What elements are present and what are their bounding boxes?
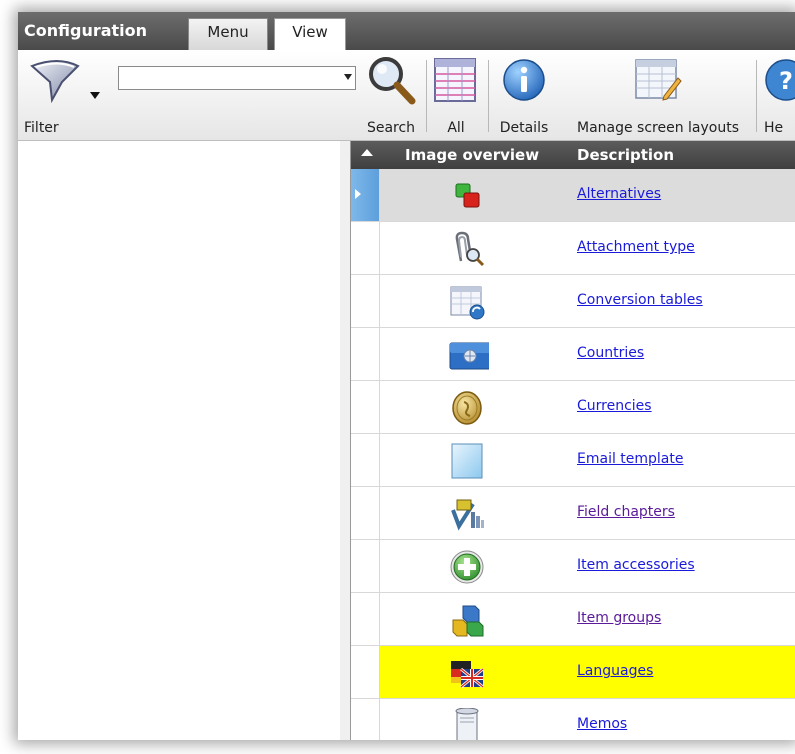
row-selector[interactable] [351, 222, 380, 274]
row-selector[interactable] [351, 328, 380, 380]
details-label: Details [499, 120, 549, 136]
row-description[interactable]: Countries [577, 345, 644, 361]
search-label: Search [366, 120, 416, 136]
table-row[interactable]: Attachment type [351, 222, 795, 275]
all-label: All [447, 120, 465, 136]
chevron-down-icon[interactable] [344, 74, 352, 80]
cubes-icon [452, 605, 484, 637]
row-description[interactable]: Memos [577, 716, 627, 732]
ribbon-separator [756, 60, 757, 132]
flags-icon [451, 661, 484, 689]
column-header-image-overview[interactable]: Image overview [405, 146, 539, 164]
add-circle-icon [450, 550, 484, 584]
pane-splitter[interactable] [340, 141, 351, 740]
app-window: Configuration Menu View Filter Search Al… [18, 12, 795, 740]
ribbon-separator [426, 60, 427, 132]
filter-label: Filter [24, 120, 59, 136]
email-template-icon [451, 443, 483, 479]
row-description[interactable]: Currencies [577, 398, 652, 414]
row-selector[interactable] [351, 646, 380, 698]
info-icon [503, 59, 545, 101]
layout-edit-icon [635, 59, 682, 101]
table-row[interactable]: Currencies [351, 381, 795, 434]
table-icon [434, 58, 476, 102]
table-row[interactable]: Memos [351, 699, 795, 740]
filter-button[interactable]: Filter [18, 50, 116, 140]
row-description[interactable]: Field chapters [577, 504, 675, 520]
table-row[interactable]: Item accessories [351, 540, 795, 593]
column-header-description[interactable]: Description [577, 146, 674, 164]
help-button[interactable]: ? He [760, 50, 795, 140]
row-description[interactable]: Conversion tables [577, 292, 703, 308]
row-description[interactable]: Item accessories [577, 557, 695, 573]
search-button[interactable]: Search [358, 50, 424, 140]
filter-combobox[interactable] [118, 66, 356, 90]
table-row[interactable]: Countries [351, 328, 795, 381]
row-description[interactable]: Languages [577, 663, 653, 679]
row-selector[interactable] [351, 275, 380, 327]
row-selector[interactable] [351, 381, 380, 433]
tab-view[interactable]: View [274, 18, 346, 50]
table-row[interactable]: Field chapters [351, 487, 795, 540]
row-description[interactable]: Email template [577, 451, 684, 467]
row-description[interactable]: Item groups [577, 610, 661, 626]
manage-screen-layouts-label: Manage screen layouts [576, 120, 740, 136]
globe-card-icon [449, 342, 489, 370]
scroll-icon [455, 708, 479, 740]
title-bar: Configuration Menu View [18, 12, 795, 50]
table-row[interactable]: Conversion tables [351, 275, 795, 328]
row-selector[interactable] [351, 699, 380, 740]
sort-ascending-icon[interactable] [361, 149, 373, 156]
table-row[interactable]: Alternatives [351, 169, 795, 222]
paperclip-search-icon [455, 231, 485, 267]
row-selector[interactable] [351, 487, 380, 539]
alternatives-icon [455, 183, 480, 208]
table-row[interactable]: Email template [351, 434, 795, 487]
app-title: Configuration [24, 21, 148, 40]
table-row[interactable]: Languages [351, 646, 795, 699]
row-description[interactable]: Alternatives [577, 186, 661, 202]
row-selector[interactable] [351, 540, 380, 592]
help-label: He [764, 120, 784, 136]
help-icon: ? [765, 59, 795, 101]
filter-pane [18, 141, 341, 740]
row-selector[interactable] [351, 434, 380, 486]
table-row[interactable]: Item groups [351, 593, 795, 646]
tab-menu[interactable]: Menu [188, 18, 268, 50]
coin-icon [452, 391, 482, 425]
grid-header: Image overview Description [351, 141, 795, 169]
ribbon-separator [488, 60, 489, 132]
configuration-grid: Image overview Description Alternatives … [351, 141, 795, 740]
row-selector[interactable] [351, 593, 380, 645]
ribbon-toolbar: Filter Search All Details Manage screen … [18, 50, 795, 141]
magnifier-icon [369, 57, 416, 105]
all-button[interactable]: All [428, 50, 484, 140]
manage-screen-layouts-button[interactable]: Manage screen layouts [560, 50, 756, 140]
field-chapters-icon [451, 499, 484, 531]
table-refresh-icon [450, 286, 485, 320]
details-button[interactable]: Details [492, 50, 556, 140]
funnel-icon [30, 60, 80, 104]
chevron-down-icon [90, 92, 100, 99]
row-selector[interactable] [351, 169, 380, 221]
svg-text:?: ? [779, 67, 793, 95]
row-description[interactable]: Attachment type [577, 239, 695, 255]
